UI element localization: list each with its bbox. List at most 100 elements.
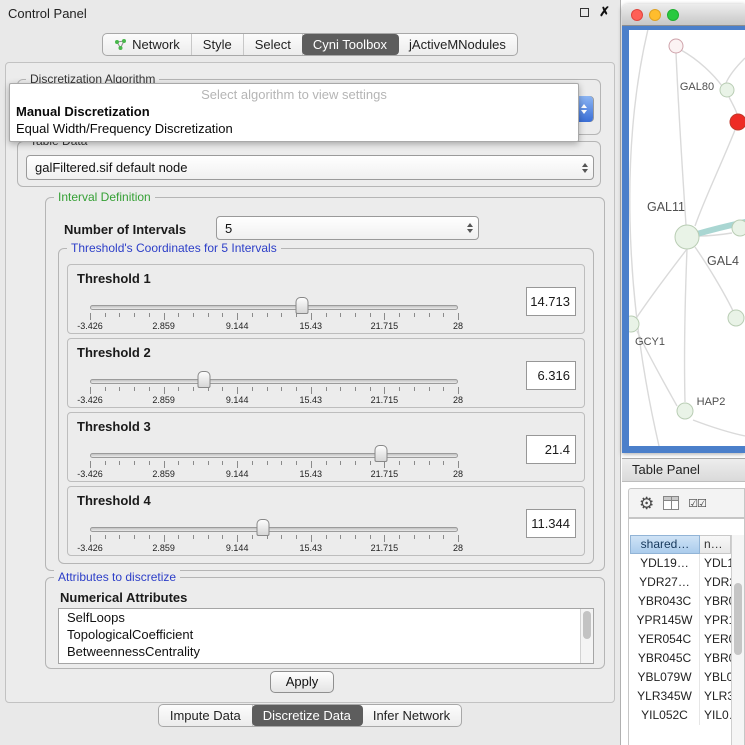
cell-shared-name: YBR045C [630,649,700,668]
network-node[interactable] [720,83,734,97]
cell-shared-name: YIL052C [630,706,700,725]
slider-thumb[interactable] [256,519,269,536]
table-data-select[interactable]: galFiltered.sif default node [26,155,594,180]
network-node[interactable] [677,403,693,419]
numerical-attributes-list: SelfLoopsTopologicalCoefficientBetweenne… [58,608,594,664]
threshold-4-slider[interactable]: -3.4262.8599.14415.4321.71528 [90,519,458,555]
tab-select[interactable]: Select [244,34,303,55]
table-scrollbar[interactable] [731,535,744,745]
node-label: GAL4 [707,254,739,268]
table-panel-header: Table Panel [622,458,745,482]
tick-mark [208,461,209,465]
scrollbar-thumb[interactable] [734,583,742,655]
list-item[interactable]: BetweennessCentrality [59,643,593,660]
table-row[interactable]: YDL19… YDL1… [630,554,731,573]
apply-button[interactable]: Apply [270,671,334,693]
columns-icon[interactable] [663,496,679,510]
table-row[interactable]: YPR145W YPR1… [630,611,731,630]
tab-label: Impute Data [170,708,241,723]
slider-track[interactable] [90,379,458,384]
threshold-value-field[interactable]: 6.316 [526,361,576,390]
network-node[interactable] [732,220,745,236]
menu-item-equal-width-frequency[interactable]: Equal Width/Frequency Discretization [10,120,578,137]
slider-thumb[interactable] [374,445,387,462]
number-of-intervals-select[interactable]: 5 [216,216,479,240]
tab-impute-data[interactable]: Impute Data [159,705,253,726]
slider-scale-labels: -3.4262.8599.14415.4321.71528 [90,395,458,406]
threshold-label: Threshold 4 [77,493,151,508]
tab-discretize-data[interactable]: Discretize Data [252,705,363,726]
network-canvas[interactable]: GAL80 GAL11 GAL4 GCY1 HAP2 [629,30,745,446]
close-traffic-light[interactable] [631,9,643,21]
tick-mark [164,313,165,320]
tick-mark [208,313,209,317]
threshold-value-field[interactable]: 11.344 [526,509,576,538]
threshold-1-slider[interactable]: -3.4262.8599.14415.4321.71528 [90,297,458,333]
slider-thumb[interactable] [198,371,211,388]
threshold-value-field[interactable]: 21.4 [526,435,576,464]
float-window-icon[interactable] [580,8,589,17]
slider-track[interactable] [90,453,458,458]
tab-network[interactable]: Network [103,34,192,55]
menu-item-manual-discretization[interactable]: Manual Discretization [10,103,578,120]
network-node[interactable] [728,310,744,326]
gear-icon[interactable]: ⚙ [639,495,654,512]
node-label: HAP2 [697,396,726,408]
close-icon[interactable]: ✗ [599,7,610,17]
tick-mark [252,535,253,539]
slider-ticks [90,387,458,395]
tick-mark [296,535,297,539]
cell-name: YDL1… [700,554,731,573]
tab-style[interactable]: Style [192,34,244,55]
scale-label: 28 [453,321,463,331]
table-row[interactable]: YDR27… YDR2… [630,573,731,592]
tick-mark [414,387,415,391]
scale-label: 28 [453,543,463,553]
network-node-selected[interactable] [730,114,745,130]
list-scrollbar[interactable] [580,609,593,663]
threshold-1-panel: Threshold 1 -3.4262.8599.14415.4321.7152… [67,264,585,334]
cell-name: YER0… [700,630,731,649]
minimize-traffic-light[interactable] [649,9,661,21]
tick-mark [370,387,371,391]
control-panel-window: Control Panel ✗ Network Style Select Cyn… [0,0,621,745]
tick-mark [414,535,415,539]
column-header-shared-name[interactable]: shared… [630,535,700,554]
table-row[interactable]: YBR045C YBR0… [630,649,731,668]
list-item[interactable]: SelfLoops [59,609,593,626]
tab-infer-network[interactable]: Infer Network [362,705,461,726]
tick-mark [429,535,430,539]
slider-thumb[interactable] [296,297,309,314]
threshold-2-slider[interactable]: -3.4262.8599.14415.4321.71528 [90,371,458,407]
tick-mark [237,461,238,468]
tab-label: Network [132,37,180,52]
cell-name: YDR2… [700,573,731,592]
slider-track[interactable] [90,527,458,532]
scrollbar-thumb[interactable] [583,611,591,639]
thresholds-group: Threshold's Coordinates for 5 Intervals … [58,248,594,564]
network-node[interactable] [669,39,683,53]
tick-mark [222,461,223,465]
scale-label: 21.715 [371,395,399,405]
slider-ticks [90,313,458,321]
table-row[interactable]: YBR043C YBR0… [630,592,731,611]
table-row[interactable]: YER054C YER0… [630,630,731,649]
slider-track[interactable] [90,305,458,310]
tick-mark [311,387,312,394]
column-header-name[interactable]: n… [700,535,731,554]
table-row[interactable]: YLR345W YLR3… [630,687,731,706]
tab-jactivemnodules[interactable]: jActiveMNodules [398,34,517,55]
table-row[interactable]: YBL079W YBL0… [630,668,731,687]
threshold-value-field[interactable]: 14.713 [526,287,576,316]
node-label: GCY1 [635,336,665,348]
tick-mark [105,535,106,539]
list-item[interactable]: TopologicalCoefficient [59,626,593,643]
algorithm-dropdown-popup: Select algorithm to view settings Manual… [9,83,579,142]
network-node[interactable] [675,225,699,249]
stepper-icon [462,223,478,233]
tab-cyni-toolbox[interactable]: Cyni Toolbox [302,34,399,55]
threshold-3-slider[interactable]: -3.4262.8599.14415.4321.71528 [90,445,458,481]
select-columns-icon[interactable]: ☑☑ [688,497,706,510]
table-row[interactable]: YIL052C YIL0… [630,706,731,725]
zoom-traffic-light[interactable] [667,9,679,21]
